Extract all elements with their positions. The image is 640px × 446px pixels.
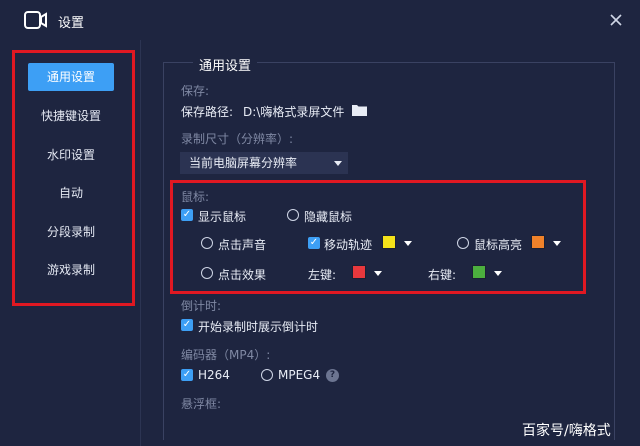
chevron-down-icon[interactable] bbox=[553, 241, 561, 246]
mpeg4-radio[interactable] bbox=[261, 369, 273, 381]
resolution-dropdown[interactable]: 当前电脑屏幕分辨率 bbox=[180, 152, 348, 174]
close-button[interactable] bbox=[606, 10, 626, 30]
show-cursor-checkbox[interactable]: ✓ bbox=[181, 209, 193, 221]
sidebar-item-watermark[interactable]: 水印设置 bbox=[28, 141, 114, 169]
save-path-value: D:\嗨格式录屏文件 bbox=[243, 105, 345, 119]
video-camera-icon bbox=[24, 11, 47, 29]
chevron-down-icon[interactable] bbox=[374, 271, 382, 276]
move-track-color-swatch[interactable] bbox=[382, 235, 396, 249]
floating-heading: 悬浮框: bbox=[181, 397, 222, 411]
encoder-heading: 编码器（MP4）: bbox=[181, 348, 271, 362]
mouse-heading: 鼠标: bbox=[181, 190, 210, 204]
chevron-down-icon[interactable] bbox=[404, 241, 412, 246]
click-sound-label: 点击声音 bbox=[218, 238, 267, 252]
click-sound-radio[interactable] bbox=[201, 237, 213, 249]
h264-label: H264 bbox=[198, 368, 230, 382]
left-key-color-swatch[interactable] bbox=[352, 265, 366, 279]
watermark-text: 百家号/嗨格式 bbox=[522, 423, 611, 439]
countdown-checkbox[interactable]: ✓ bbox=[181, 319, 193, 331]
sidebar-item-auto[interactable]: 自动 bbox=[28, 179, 114, 207]
close-icon bbox=[610, 14, 622, 26]
right-key-label: 右键: bbox=[428, 268, 457, 282]
divider bbox=[140, 40, 141, 446]
highlight-label: 鼠标高亮 bbox=[474, 238, 523, 252]
chevron-down-icon bbox=[334, 161, 342, 166]
sidebar-item-game-recording[interactable]: 游戏录制 bbox=[28, 256, 114, 284]
mpeg4-label: MPEG4 bbox=[278, 368, 321, 382]
h264-checkbox[interactable]: ✓ bbox=[181, 369, 193, 381]
folder-icon[interactable] bbox=[352, 104, 367, 116]
title-bar: 设置 bbox=[0, 0, 640, 40]
save-heading: 保存: bbox=[181, 84, 210, 98]
window-title: 设置 bbox=[58, 16, 85, 31]
sidebar: 通用设置 快捷键设置 水印设置 自动 分段录制 游戏录制 bbox=[12, 50, 135, 306]
move-track-label: 移动轨迹 bbox=[324, 238, 373, 252]
hide-cursor-label: 隐藏鼠标 bbox=[304, 210, 353, 224]
hide-cursor-radio[interactable] bbox=[287, 209, 299, 221]
highlight-color-swatch[interactable] bbox=[531, 235, 545, 249]
click-effect-label: 点击效果 bbox=[218, 268, 267, 282]
left-key-label: 左键: bbox=[308, 268, 337, 282]
save-path-label: 保存路径: bbox=[181, 105, 234, 119]
click-effect-radio[interactable] bbox=[201, 267, 213, 279]
sidebar-item-general[interactable]: 通用设置 bbox=[28, 63, 114, 91]
countdown-label: 开始录制时展示倒计时 bbox=[198, 320, 319, 334]
show-cursor-label: 显示鼠标 bbox=[198, 210, 247, 224]
section-title: 通用设置 bbox=[193, 55, 258, 74]
help-icon[interactable]: ? bbox=[326, 369, 339, 382]
chevron-down-icon[interactable] bbox=[494, 271, 502, 276]
move-track-checkbox[interactable]: ✓ bbox=[308, 237, 320, 249]
right-key-color-swatch[interactable] bbox=[472, 265, 486, 279]
resolution-selected: 当前电脑屏幕分辨率 bbox=[189, 156, 298, 170]
record-size-heading: 录制尺寸（分辨率）: bbox=[181, 132, 294, 146]
highlight-radio[interactable] bbox=[457, 237, 469, 249]
sidebar-item-segment-recording[interactable]: 分段录制 bbox=[28, 218, 114, 246]
countdown-heading: 倒计时: bbox=[181, 299, 222, 313]
sidebar-item-hotkeys[interactable]: 快捷键设置 bbox=[28, 102, 114, 130]
